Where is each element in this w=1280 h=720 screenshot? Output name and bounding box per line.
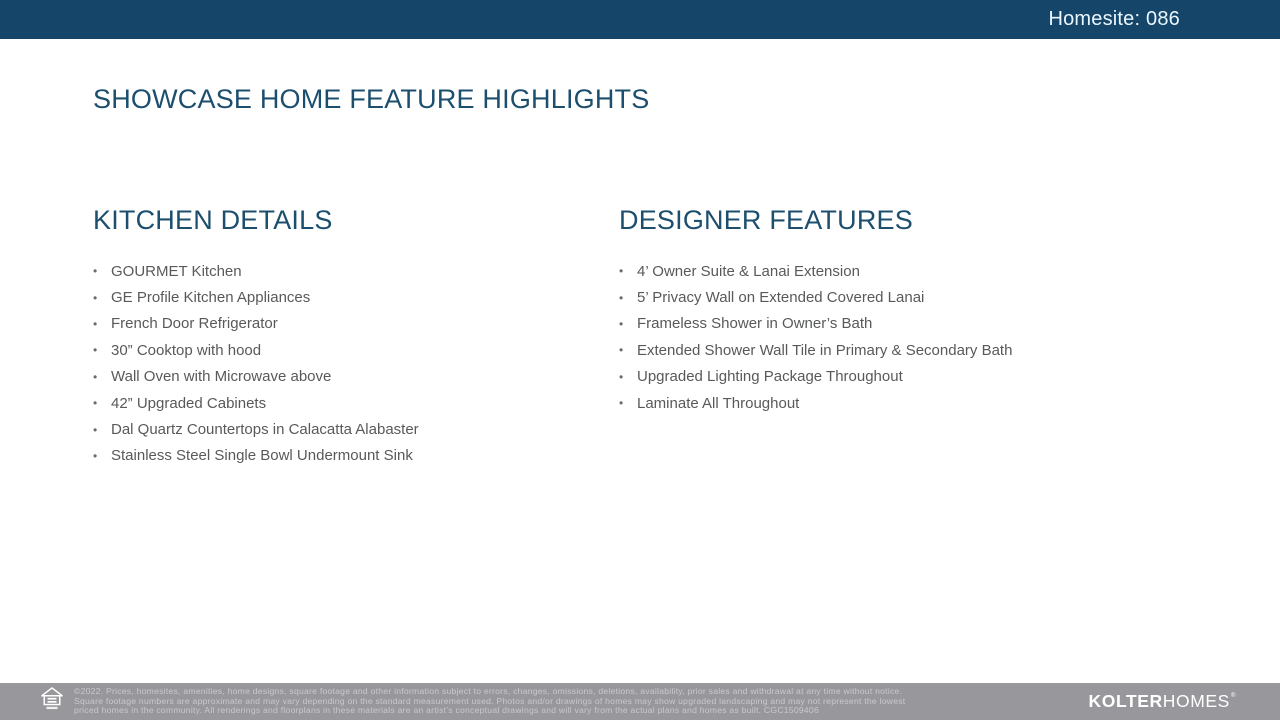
list-item: •Dal Quartz Countertops in Calacatta Ala… [93, 416, 419, 442]
list-item: •GOURMET Kitchen [93, 258, 419, 284]
slide: Homesite: 086 SHOWCASE HOME FEATURE HIGH… [0, 0, 1280, 720]
disclaimer-text: ©2022. Prices, homesites, amenities, hom… [74, 687, 1104, 716]
list-item: •GE Profile Kitchen Appliances [93, 284, 419, 310]
list-item-label: Laminate All Throughout [637, 395, 799, 412]
list-item: •30” Cooktop with hood [93, 337, 419, 363]
bullet-icon: • [93, 317, 111, 331]
bullet-icon: • [93, 343, 111, 357]
list-item-label: Dal Quartz Countertops in Calacatta Alab… [111, 421, 419, 438]
list-item: •Stainless Steel Single Bowl Undermount … [93, 443, 419, 469]
list-item-label: Wall Oven with Microwave above [111, 368, 331, 385]
bullet-icon: • [93, 370, 111, 384]
kitchen-details-list: •GOURMET Kitchen •GE Profile Kitchen App… [93, 258, 419, 469]
list-item: •42” Upgraded Cabinets [93, 390, 419, 416]
list-item: •4’ Owner Suite & Lanai Extension [619, 258, 1012, 284]
logo-text-regular: HOMES [1163, 691, 1230, 712]
list-item: •Frameless Shower in Owner’s Bath [619, 311, 1012, 337]
list-item: •Extended Shower Wall Tile in Primary & … [619, 337, 1012, 363]
list-item-label: French Door Refrigerator [111, 315, 278, 332]
list-item-label: 42” Upgraded Cabinets [111, 395, 266, 412]
list-item-label: GOURMET Kitchen [111, 263, 242, 280]
bullet-icon: • [93, 449, 111, 463]
list-item-label: Upgraded Lighting Package Throughout [637, 368, 903, 385]
list-item-label: 4’ Owner Suite & Lanai Extension [637, 263, 860, 280]
disclaimer-line-3: priced homes in the community. All rende… [74, 706, 1104, 716]
designer-features-list: •4’ Owner Suite & Lanai Extension •5’ Pr… [619, 258, 1012, 416]
list-item-label: GE Profile Kitchen Appliances [111, 289, 310, 306]
footer-bar: ©2022. Prices, homesites, amenities, hom… [0, 683, 1280, 720]
section-heading-kitchen-details: KITCHEN DETAILS [93, 205, 333, 236]
bullet-icon: • [93, 423, 111, 437]
kolter-homes-logo: KOLTERHOMES® [1089, 683, 1236, 720]
equal-housing-opportunity-icon [40, 686, 64, 717]
list-item-label: Stainless Steel Single Bowl Undermount S… [111, 447, 413, 464]
section-heading-designer-features: DESIGNER FEATURES [619, 205, 913, 236]
bullet-icon: • [619, 370, 637, 384]
list-item: •Upgraded Lighting Package Throughout [619, 364, 1012, 390]
page-title: SHOWCASE HOME FEATURE HIGHLIGHTS [93, 84, 649, 115]
list-item-label: 30” Cooktop with hood [111, 342, 261, 359]
top-bar: Homesite: 086 [0, 0, 1280, 39]
list-item-label: Frameless Shower in Owner’s Bath [637, 315, 872, 332]
list-item-label: Extended Shower Wall Tile in Primary & S… [637, 342, 1012, 359]
bullet-icon: • [93, 291, 111, 305]
list-item: •Laminate All Throughout [619, 390, 1012, 416]
bullet-icon: • [619, 264, 637, 278]
bullet-icon: • [93, 264, 111, 278]
list-item-label: 5’ Privacy Wall on Extended Covered Lana… [637, 289, 924, 306]
registered-trademark-icon: ® [1231, 693, 1236, 699]
bullet-icon: • [619, 396, 637, 410]
logo-text-bold: KOLTER [1089, 691, 1163, 712]
list-item: •5’ Privacy Wall on Extended Covered Lan… [619, 284, 1012, 310]
homesite-label: Homesite: 086 [1048, 8, 1180, 31]
bullet-icon: • [93, 396, 111, 410]
list-item: •French Door Refrigerator [93, 311, 419, 337]
bullet-icon: • [619, 343, 637, 357]
bullet-icon: • [619, 317, 637, 331]
bullet-icon: • [619, 291, 637, 305]
list-item: •Wall Oven with Microwave above [93, 364, 419, 390]
